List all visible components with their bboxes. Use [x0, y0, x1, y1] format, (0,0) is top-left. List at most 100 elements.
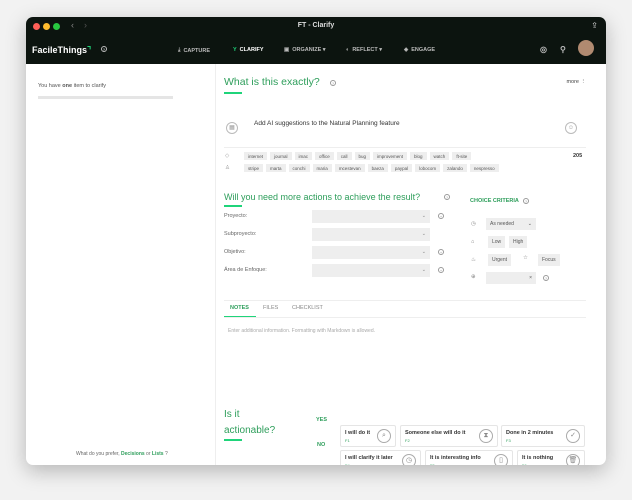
field-select[interactable]: ⌄	[312, 228, 430, 241]
person-icon[interactable]: ☺	[565, 122, 577, 134]
tab-checklist[interactable]: CHECKLIST	[292, 305, 323, 311]
energy-high[interactable]: High	[509, 236, 528, 248]
fire-icon: ♨	[471, 257, 476, 263]
nav-engage[interactable]: ◈ ENGAGE	[404, 47, 435, 53]
tag-chip[interactable]: call	[336, 152, 352, 160]
action-card[interactable]: I will clarify it laterF4◷	[340, 450, 421, 465]
tag-chip[interactable]: imac	[294, 152, 313, 160]
add-icon[interactable]: +	[438, 249, 444, 255]
help-icon[interactable]: ?	[330, 80, 336, 86]
target-icon: ◈	[404, 47, 409, 53]
help-icon[interactable]: ?	[101, 46, 107, 52]
tag-chip[interactable]: office	[315, 152, 334, 160]
brain-icon: ◐	[346, 47, 350, 53]
clarify-status: You have one item to clarify	[38, 83, 106, 89]
tab-files[interactable]: FILES	[263, 305, 278, 311]
funnel-icon: Y	[233, 47, 237, 53]
check-icon: ✓	[566, 429, 580, 443]
field-select[interactable]: ⌄	[312, 246, 430, 259]
actionable-q2: actionable?	[224, 425, 276, 436]
trash-icon: 🗑	[566, 454, 580, 465]
star-icon[interactable]: ☆	[523, 255, 528, 261]
avatar[interactable]	[578, 40, 594, 56]
card-label: I will clarify it later	[345, 455, 393, 461]
help-icon[interactable]: ?	[444, 194, 450, 200]
contact-chip[interactable]: mcestevan	[334, 164, 365, 172]
lists-link[interactable]: Lists	[152, 451, 164, 457]
item-text[interactable]: Add AI suggestions to the Natural Planni…	[254, 120, 400, 127]
criteria-input[interactable]: ×	[486, 272, 536, 284]
contact-chip[interactable]: lobocom	[415, 164, 441, 172]
window-title: FT - Clarify	[297, 22, 335, 29]
search-icon[interactable]: ⚲	[560, 45, 566, 54]
tag-chip[interactable]: improvement	[373, 152, 408, 160]
contact-chip[interactable]: nespresso	[469, 164, 499, 172]
nav-clarify[interactable]: Y CLARIFY	[233, 47, 264, 53]
clock-icon: ◷	[402, 454, 416, 465]
tag-chip[interactable]: bug	[354, 152, 371, 160]
contact-chip[interactable]: conchi	[288, 164, 310, 172]
page-title: What is this exactly?	[224, 76, 320, 88]
choice-criteria-title: CHOICE CRITERIA	[470, 198, 519, 204]
contact-chip[interactable]: marta	[266, 164, 286, 172]
bookmark-icon: ▯	[494, 454, 508, 465]
contact-chip[interactable]: zalando	[443, 164, 467, 172]
tag-chip[interactable]: journal	[270, 152, 292, 160]
tag-chip[interactable]: internet	[244, 152, 268, 160]
action-card[interactable]: It is nothingF6🗑	[517, 450, 585, 465]
card-label: Done in 2 minutes	[506, 430, 554, 436]
nav-organize[interactable]: ▣ ORGANIZE ▾	[284, 47, 326, 53]
help-icon[interactable]: ?	[523, 198, 529, 204]
contact-chip[interactable]: stripe	[244, 164, 264, 172]
tab-notes[interactable]: NOTES	[230, 305, 249, 311]
calendar-icon[interactable]: ▦	[226, 122, 238, 134]
urgent-button[interactable]: Urgent	[488, 254, 512, 266]
app-window: ‹ › FT - Clarify ⇪ FacileThings⌝ ? ⤓ CAPT…	[26, 17, 606, 465]
decisions-link[interactable]: Decisions	[121, 451, 145, 457]
tag-chip[interactable]: blog	[410, 152, 427, 160]
folder-icon: ▣	[284, 47, 290, 53]
tag-chip[interactable]: ft-site	[452, 152, 472, 160]
no-label: NO	[317, 442, 326, 448]
title-underline	[224, 92, 242, 94]
card-label: It is interesting info	[430, 455, 481, 461]
title-bar: ‹ › FT - Clarify ⇪	[26, 17, 606, 35]
logo[interactable]: FacileThings⌝	[32, 45, 91, 56]
field-label: Área de Enfoque:	[224, 267, 267, 273]
action-card[interactable]: It is interesting infoF5▯	[425, 450, 513, 465]
more-menu[interactable]: more ⋮	[566, 79, 586, 85]
contact-chip[interactable]: maria	[312, 164, 332, 172]
nav-reflect[interactable]: ◐ REFLECT ▾	[346, 47, 382, 53]
top-nav: FacileThings⌝ ? ⤓ CAPTURE Y CLARIFY ▣ ORGAN…	[26, 35, 606, 64]
share-icon[interactable]: ⇪	[591, 21, 598, 30]
energy-low[interactable]: Low	[488, 236, 506, 248]
frequency-select[interactable]: As needed ⌄	[486, 218, 536, 230]
add-icon[interactable]: +	[438, 213, 444, 219]
action-card[interactable]: I will do it F1 ⌕	[340, 425, 396, 447]
action-card[interactable]: Done in 2 minutes F3 ✓	[501, 425, 585, 447]
add-icon[interactable]: +	[438, 267, 444, 273]
tag-count: 205	[573, 153, 583, 159]
field-select[interactable]: ⌄	[312, 264, 430, 277]
tag-chip[interactable]: watch	[429, 152, 450, 160]
card-label: Someone else will do it	[405, 430, 466, 436]
action-card[interactable]: Someone else will do it F2 ⧗	[400, 425, 498, 447]
card-label: It is nothing	[522, 455, 554, 461]
help-icon[interactable]: ?	[543, 275, 549, 281]
battery-icon: ⌂	[471, 239, 475, 245]
timer-icon[interactable]: ◎	[540, 45, 547, 54]
clock-icon: ◷	[471, 221, 476, 227]
contact-chip[interactable]: paypal	[390, 164, 413, 172]
progress-bar	[38, 96, 173, 99]
field-select[interactable]: ⌄	[312, 210, 430, 223]
contact-list: stripe marta conchi maria mcestevan baeza payp…	[244, 164, 502, 172]
chevron-down-icon: ⌄	[421, 231, 426, 237]
heading-underline	[224, 205, 242, 207]
hourglass-icon: ⧗	[479, 429, 493, 443]
notes-input[interactable]: Enter additional information. Formatting…	[228, 328, 578, 334]
main-panel: What is this exactly? ? more ⋮ ▦ Add AI …	[216, 64, 606, 465]
focus-button[interactable]: Focus	[538, 254, 560, 266]
nav-capture[interactable]: ⤓ CAPTURE	[178, 47, 210, 54]
chevron-down-icon: ⌄	[421, 249, 426, 255]
contact-chip[interactable]: baeza	[367, 164, 388, 172]
